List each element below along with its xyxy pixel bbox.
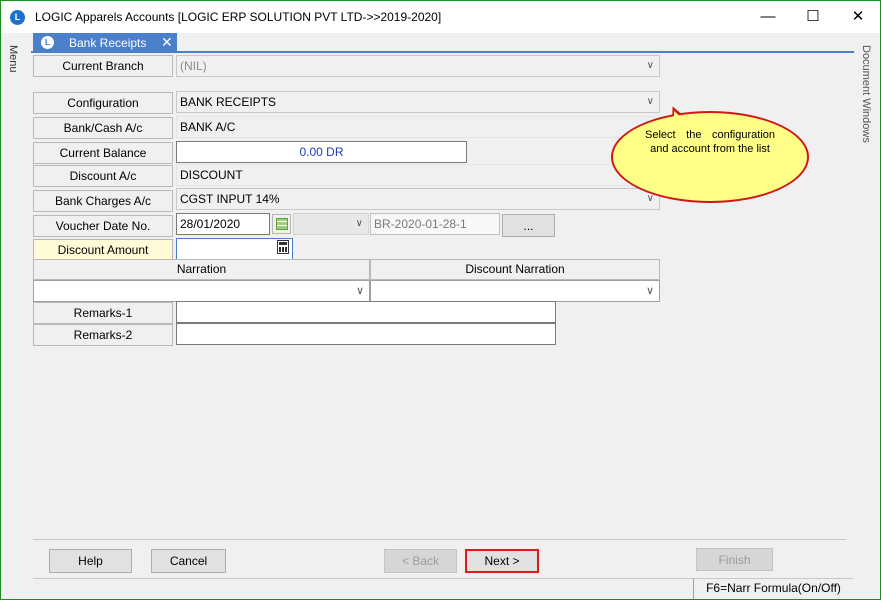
remarks1-label: Remarks-1 [33,302,173,324]
document-windows-strip[interactable]: Document Windows [854,33,880,599]
calendar-icon [276,218,288,230]
current-branch-value: (NIL) [180,59,207,73]
configuration-label: Configuration [33,92,173,114]
remarks2-label: Remarks-2 [33,324,173,346]
status-hint: F6=Narr Formula(On/Off) [693,579,853,599]
chevron-down-icon: ∨ [646,60,654,71]
remarks1-input[interactable] [176,301,556,323]
tab-bar: L Bank Receipts ✕ [31,33,854,53]
calculator-icon[interactable] [277,240,289,254]
discount-ac-label: Discount A/c [33,165,173,187]
remarks2-input[interactable] [176,323,556,345]
calendar-button[interactable] [272,214,291,234]
narration-header: Narration [33,259,370,280]
narration-select[interactable]: ∨ [33,280,370,302]
tab-label: Bank Receipts [69,36,147,50]
callout-bubble [611,111,809,203]
callout-text: Select the configuration and account fro… [645,129,775,155]
menu-label: Menu [7,45,19,73]
document-windows-label: Document Windows [860,45,872,143]
bank-charges-select[interactable]: CGST INPUT 14% ∨ [176,188,660,210]
button-separator [33,539,846,540]
title-bar: L LOGIC Apparels Accounts [LOGIC ERP SOL… [1,1,880,33]
current-balance-label: Current Balance [33,142,173,164]
window-title: LOGIC Apparels Accounts [LOGIC ERP SOLUT… [35,10,442,24]
discount-ac-value: DISCOUNT [180,168,243,182]
voucher-more-button[interactable]: ... [502,214,555,237]
bank-cash-select[interactable]: BANK A/C [176,116,660,138]
close-window-button[interactable]: ✕ [836,1,880,33]
cancel-button[interactable]: Cancel [151,549,226,573]
discount-amount-input[interactable] [176,238,293,260]
current-branch-label: Current Branch [33,55,173,77]
bank-cash-value: BANK A/C [180,120,236,134]
discount-amount-label: Discount Amount [33,239,173,261]
discount-narration-select[interactable]: ∨ [370,280,660,302]
next-button[interactable]: Next > [465,549,539,573]
chevron-down-icon: ∨ [646,96,654,107]
status-bar: F6=Narr Formula(On/Off) [33,578,853,599]
bank-charges-value: CGST INPUT 14% [180,192,280,206]
menu-strip[interactable]: Menu [1,33,31,599]
tab-close-icon[interactable]: ✕ [161,34,173,51]
discount-narration-header: Discount Narration [370,259,660,280]
current-branch-select[interactable]: (NIL) ∨ [176,55,660,77]
voucher-number-field: BR-2020-01-28-1 [370,213,500,235]
bank-cash-label: Bank/Cash A/c [33,117,173,139]
voucher-date-field[interactable]: 28/01/2020 [176,213,270,235]
minimize-button[interactable]: — [746,1,790,33]
finish-button[interactable]: Finish [696,548,773,571]
chevron-down-icon: ∨ [355,218,363,229]
discount-ac-select[interactable]: DISCOUNT [176,164,660,186]
tab-logo-icon: L [41,36,54,49]
help-button[interactable]: Help [49,549,132,573]
chevron-down-icon: ∨ [645,285,654,297]
tab-bank-receipts[interactable]: L Bank Receipts ✕ [33,33,177,53]
maximize-button[interactable]: ☐ [791,1,835,33]
app-window: L LOGIC Apparels Accounts [LOGIC ERP SOL… [0,0,881,600]
chevron-down-icon: ∨ [355,285,364,297]
configuration-select[interactable]: BANK RECEIPTS ∨ [176,91,660,113]
back-button[interactable]: < Back [384,549,457,573]
bank-charges-label: Bank Charges A/c [33,190,173,212]
current-balance-field: 0.00 DR [176,141,467,163]
configuration-value: BANK RECEIPTS [180,95,277,109]
app-logo-icon: L [10,10,25,25]
voucher-date-label: Voucher Date No. [33,215,173,237]
voucher-series-select[interactable]: ∨ [293,213,369,235]
